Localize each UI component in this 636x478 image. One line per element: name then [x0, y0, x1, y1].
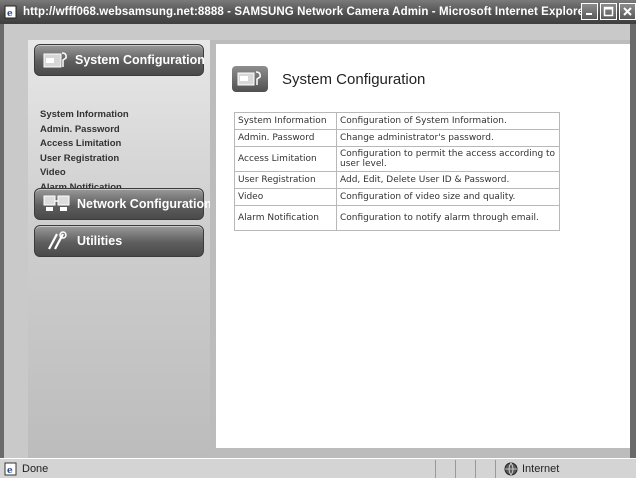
- settings-monitor-icon: [43, 51, 69, 69]
- system-configuration-button[interactable]: System Configuration: [34, 44, 205, 76]
- network-configuration-label: Network Configuration: [77, 197, 212, 211]
- minimize-button[interactable]: [581, 3, 598, 20]
- svg-text:e: e: [7, 466, 13, 476]
- left-navigation-panel: System Configuration System Information …: [28, 40, 212, 458]
- browser-viewport: System Configuration System Information …: [0, 24, 636, 458]
- window-controls: [581, 3, 636, 20]
- table-row: System Information Configuration of Syst…: [234, 112, 560, 130]
- system-configuration-label: System Configuration: [75, 53, 205, 67]
- row-description: Configuration to permit the access accor…: [336, 146, 560, 172]
- svg-text:e: e: [7, 9, 13, 19]
- status-segment: [456, 459, 476, 478]
- security-zone: Internet: [496, 460, 636, 478]
- row-name: Alarm Notification: [234, 205, 337, 231]
- row-name: Admin. Password: [234, 129, 337, 147]
- window-right-border: [630, 24, 636, 458]
- table-row: User Registration Add, Edit, Delete User…: [234, 171, 560, 189]
- globe-icon: [504, 462, 518, 475]
- minimize-icon: [586, 13, 592, 15]
- page-title: System Configuration: [282, 70, 426, 88]
- zone-label: Internet: [522, 462, 560, 475]
- system-configuration-icon: [232, 66, 268, 92]
- window-title-bar: e http://wfff068.websamsung.net:8888 - S…: [0, 0, 636, 24]
- row-name: Video: [234, 188, 337, 206]
- status-segment: [436, 459, 456, 478]
- content-header: System Configuration: [232, 66, 425, 92]
- utilities-button[interactable]: Utilities: [34, 225, 204, 257]
- close-icon: [623, 7, 632, 16]
- status-bar: e Done Internet: [0, 458, 636, 478]
- maximize-button[interactable]: [600, 3, 617, 20]
- row-name: System Information: [234, 112, 337, 130]
- table-row: Alarm Notification Configuration to noti…: [234, 205, 560, 231]
- sidebar-item-admin-password[interactable]: Admin. Password: [40, 123, 129, 138]
- tools-icon: [43, 231, 71, 251]
- row-description: Configuration of System Information.: [336, 112, 560, 130]
- row-description: Change administrator's password.: [336, 129, 560, 147]
- page-done-icon: e: [4, 462, 17, 476]
- row-description: Configuration to notify alarm through em…: [336, 205, 560, 231]
- system-configuration-submenu: System Information Admin. Password Acces…: [40, 108, 129, 195]
- table-row: Access Limitation Configuration to permi…: [234, 146, 560, 172]
- sidebar-item-system-information[interactable]: System Information: [40, 108, 129, 123]
- maximize-icon: [603, 6, 614, 17]
- network-computers-icon: [43, 194, 71, 214]
- status-left: e Done: [0, 459, 436, 478]
- main-content: System Configuration System Information …: [216, 44, 630, 448]
- utilities-label: Utilities: [77, 234, 123, 248]
- row-description: Configuration of video size and quality.: [336, 188, 560, 206]
- sidebar-item-user-registration[interactable]: User Registration: [40, 152, 129, 167]
- status-text: Done: [22, 462, 49, 475]
- sidebar-item-video[interactable]: Video: [40, 166, 129, 181]
- ie-page-icon: e: [4, 5, 18, 19]
- network-configuration-button[interactable]: Network Configuration: [34, 188, 212, 220]
- row-description: Add, Edit, Delete User ID & Password.: [336, 171, 560, 189]
- row-name: User Registration: [234, 171, 337, 189]
- sidebar-item-access-limitation[interactable]: Access Limitation: [40, 137, 129, 152]
- status-segment: [476, 459, 496, 478]
- table-row: Video Configuration of video size and qu…: [234, 188, 560, 206]
- window-title: http://wfff068.websamsung.net:8888 - SAM…: [23, 6, 589, 18]
- row-name: Access Limitation: [234, 146, 337, 172]
- close-button[interactable]: [619, 3, 636, 20]
- system-configuration-table: System Information Configuration of Syst…: [234, 112, 560, 231]
- table-row: Admin. Password Change administrator's p…: [234, 129, 560, 147]
